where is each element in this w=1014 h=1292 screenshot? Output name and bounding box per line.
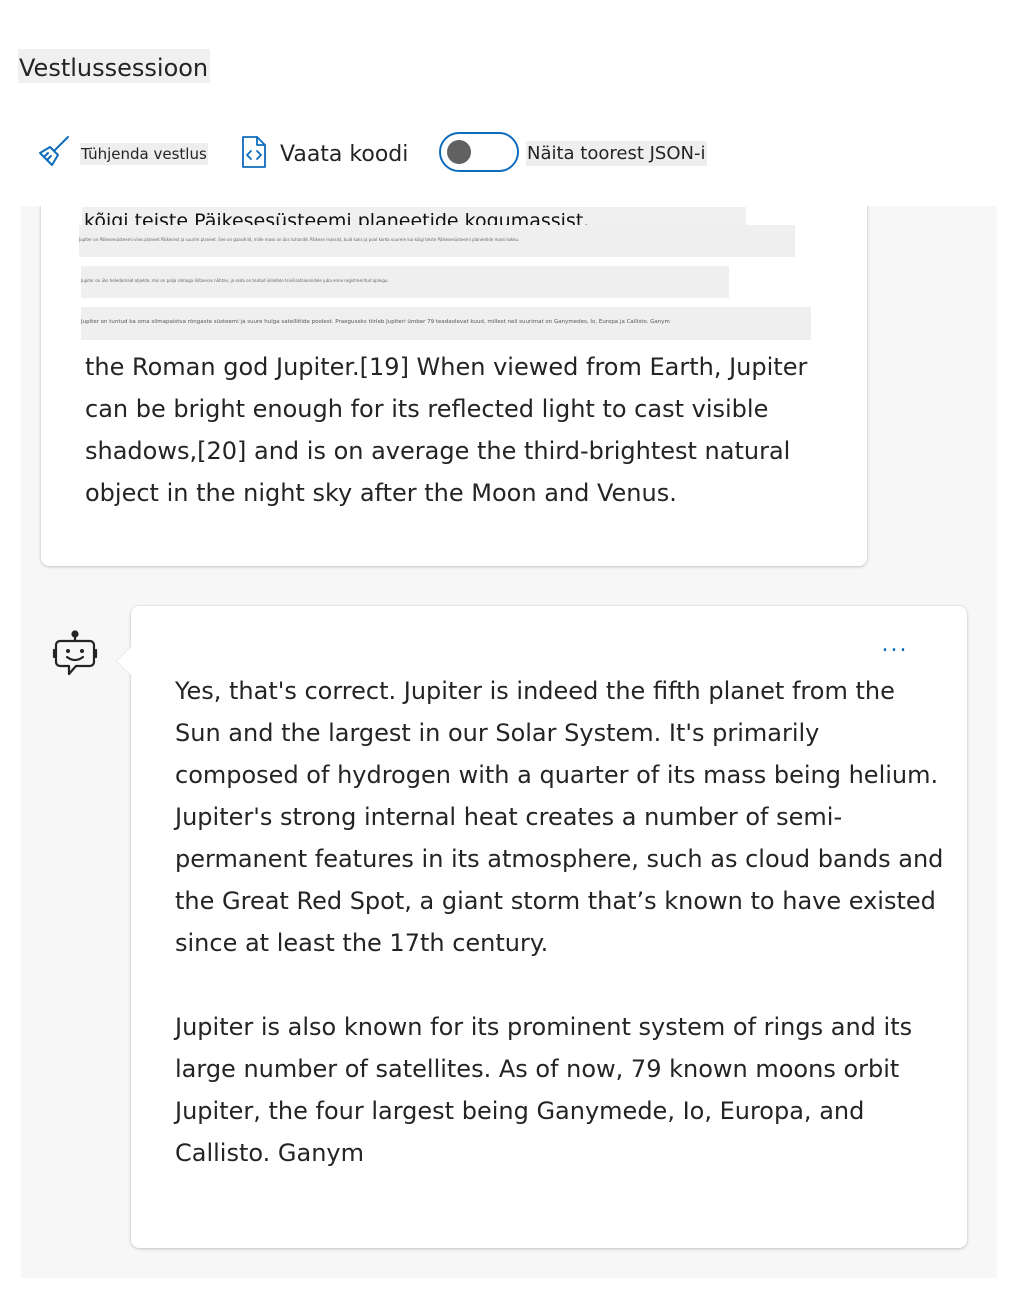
user-message-small-line: Jupiter on tuntud ka oma silmapaistva rõ…: [81, 307, 811, 340]
more-horizontal-icon: ...: [881, 632, 909, 657]
raw-json-label: Näita toorest JSON-i: [526, 141, 707, 166]
bot-icon: [52, 630, 98, 680]
user-message-text: the Roman god Jupiter.[19] When viewed f…: [85, 353, 808, 507]
more-options-button[interactable]: ...: [871, 632, 919, 662]
chat-message-list[interactable]: kõigi teiste Päikesesüsteemi planeetide …: [21, 206, 997, 1278]
clear-chat-label: Tühjenda vestlus: [80, 143, 208, 165]
chat-toolbar: Tühjenda vestlus Vaata koodi Näita toore…: [0, 128, 760, 178]
view-code-label: Vaata koodi: [280, 141, 409, 167]
raw-json-toggle[interactable]: [439, 132, 519, 172]
user-message-small-line: Jupiter on Päikesesüsteemi viies planeet…: [79, 225, 795, 257]
assistant-paragraph: Yes, that's correct. Jupiter is indeed t…: [175, 677, 944, 957]
toggle-knob: [447, 140, 471, 164]
assistant-paragraph: Jupiter is also known for its prominent …: [175, 1013, 913, 1167]
page-title: Vestlussessioon: [18, 49, 211, 83]
user-message-small-line: Jupiter on üks heledamaid objekte, mis o…: [81, 266, 729, 298]
broom-icon: [36, 135, 70, 173]
clear-chat-button[interactable]: Tühjenda vestlus: [36, 135, 208, 173]
user-message: kõigi teiste Päikesesüsteemi planeetide …: [41, 206, 867, 566]
assistant-message: ... Yes, that's correct. Jupiter is inde…: [131, 606, 967, 1248]
code-file-icon: [240, 135, 268, 173]
view-code-button[interactable]: Vaata koodi: [240, 135, 408, 173]
assistant-message-text: Yes, that's correct. Jupiter is indeed t…: [175, 670, 945, 1174]
